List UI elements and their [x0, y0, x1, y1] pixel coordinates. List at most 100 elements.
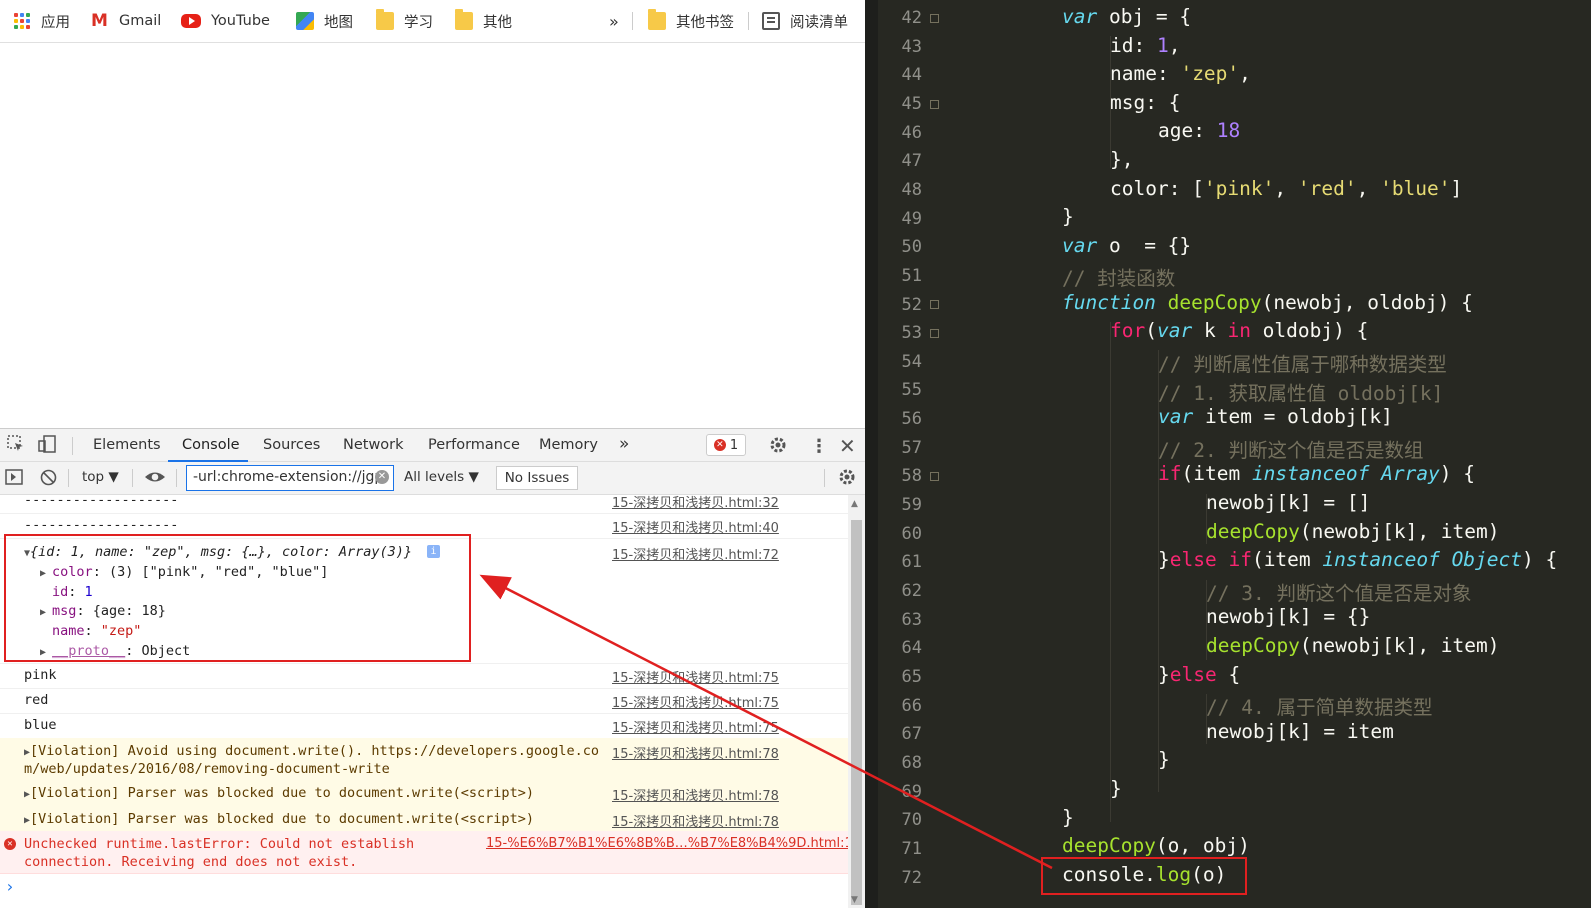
- console-message: pink: [24, 667, 57, 683]
- log-levels-dropdown[interactable]: All levels ▼: [404, 469, 479, 485]
- bookmark-apps[interactable]: 应用: [13, 11, 70, 31]
- console-filter-input[interactable]: -url:chrome-extension://jgp ✕: [186, 465, 394, 491]
- bookmark-label: 阅读清单: [790, 14, 848, 31]
- console-source-link[interactable]: 15-深拷贝和浅拷贝.html:75: [612, 717, 779, 736]
- prompt-chevron-icon: ›: [5, 877, 15, 896]
- console-scrollbar-thumb[interactable]: [851, 520, 862, 905]
- console-row: pink 15-深拷贝和浅拷贝.html:75: [0, 663, 848, 689]
- pane-divider[interactable]: [865, 0, 878, 908]
- clear-filter-icon[interactable]: ✕: [375, 470, 389, 484]
- scroll-up-arrow-icon[interactable]: ▲: [851, 499, 858, 509]
- token-keyword: else: [1169, 663, 1217, 686]
- token-keyword: else: [1169, 548, 1217, 571]
- code-editor-content[interactable]: 42 43 44 45 46 47 48 49 50 51 52 53 54 55 56 57 58 59 60 61…: [878, 0, 1591, 908]
- bookmark-maps[interactable]: 地图: [296, 11, 353, 31]
- tab-sources[interactable]: Sources: [263, 437, 320, 453]
- tab-elements[interactable]: Elements: [93, 437, 161, 453]
- bookmark-youtube[interactable]: YouTube: [181, 11, 270, 31]
- console-message: blue: [24, 717, 57, 733]
- console-source-link[interactable]: 15-深拷贝和浅拷贝.html:72: [612, 544, 779, 563]
- console-source-link[interactable]: 15-深拷贝和浅拷贝.html:78: [612, 743, 779, 762]
- scroll-down-arrow-icon[interactable]: ▼: [851, 895, 858, 905]
- token: ]: [1450, 177, 1463, 200]
- tab-performance[interactable]: Performance: [428, 437, 520, 453]
- bookmarks-bar: 应用 M Gmail YouTube 地图 学习 其他 » 其他书签 阅读清单: [0, 0, 878, 43]
- fold-marker-icon[interactable]: [930, 14, 939, 23]
- console-source-link[interactable]: 15-深拷贝和浅拷贝.html:75: [612, 667, 779, 686]
- line-number: 58: [901, 466, 922, 487]
- sidebar-toggle-icon[interactable]: [5, 469, 23, 489]
- console-prompt-row[interactable]: ›: [0, 873, 848, 903]
- console-source-link[interactable]: 15-深拷贝和浅拷贝.html:78: [612, 785, 779, 804]
- code-line-49: }: [1062, 205, 1074, 228]
- bookmarks-divider: [748, 12, 749, 30]
- context-selector[interactable]: top ▼: [82, 469, 119, 485]
- settings-gear-icon[interactable]: [768, 435, 788, 459]
- console-source-link[interactable]: 15-%E6%B7%B1%E6%8B%B…%B7%E8%B4%9D.html:1: [486, 836, 848, 851]
- maps-icon: [296, 12, 314, 30]
- tab-console[interactable]: Console: [182, 437, 240, 453]
- issues-button[interactable]: No Issues: [496, 466, 578, 490]
- tab-memory[interactable]: Memory: [539, 437, 598, 453]
- more-tabs-button[interactable]: »: [619, 434, 629, 454]
- error-icon: ✕: [4, 838, 16, 850]
- close-icon[interactable]: ✕: [839, 434, 856, 458]
- console-row: blue 15-深拷贝和浅拷贝.html:75: [0, 713, 848, 739]
- fold-marker-icon[interactable]: [930, 472, 939, 481]
- token-string: 'zep': [1180, 62, 1240, 85]
- folder-icon: [455, 9, 473, 30]
- kebab-menu-icon[interactable]: ⋮: [810, 436, 828, 457]
- eye-icon[interactable]: [144, 468, 166, 490]
- code-line-47: },: [1110, 148, 1133, 171]
- line-number: 72: [901, 867, 922, 888]
- line-number: 43: [901, 36, 922, 57]
- token-keyword: if: [1228, 548, 1252, 571]
- error-count-badge[interactable]: ✕ 1: [706, 434, 746, 456]
- console-source-link[interactable]: 15-深拷贝和浅拷贝.html:75: [612, 692, 779, 711]
- code-line-63: newobj[k] = {}: [1206, 605, 1371, 628]
- bookmark-label: 应用: [41, 14, 70, 31]
- token: ,: [1274, 177, 1287, 200]
- token: },: [1110, 148, 1134, 171]
- console-message: -------------------: [24, 495, 179, 508]
- line-number: 66: [901, 695, 922, 716]
- bookmark-label: 其他书签: [676, 14, 734, 31]
- bookmark-gmail[interactable]: M Gmail: [91, 11, 161, 31]
- console-warning-message[interactable]: ▶[Violation] Parser was blocked due to d…: [24, 785, 534, 801]
- fold-marker-icon[interactable]: [930, 100, 939, 109]
- bookmark-label: YouTube: [211, 13, 270, 29]
- clear-console-icon[interactable]: [40, 469, 57, 490]
- code-line-46: age: 18: [1158, 119, 1240, 142]
- console-warning-message[interactable]: ▶[Violation] Parser was blocked due to d…: [24, 811, 534, 827]
- console-source-link[interactable]: 15-深拷贝和浅拷贝.html:32: [612, 495, 779, 511]
- bookmark-folder-study[interactable]: 学习: [376, 9, 433, 31]
- console-error-row: ✕ Unchecked runtime.lastError: Could not…: [0, 831, 848, 874]
- console-row: red 15-深拷贝和浅拷贝.html:75: [0, 688, 848, 714]
- console-warning-message-cont[interactable]: m/web/updates/2016/08/removing-document-…: [24, 761, 390, 777]
- bookmark-other-bookmarks[interactable]: 其他书签: [648, 9, 734, 31]
- bookmark-folder-other[interactable]: 其他: [455, 9, 512, 31]
- device-toolbar-icon[interactable]: [38, 435, 58, 457]
- console-source-link[interactable]: 15-深拷贝和浅拷贝.html:40: [612, 517, 779, 536]
- code-line-51: // 封装函数: [1062, 267, 1176, 290]
- console-source-link[interactable]: 15-深拷贝和浅拷贝.html:78: [612, 811, 779, 830]
- line-number: 57: [901, 437, 922, 458]
- bookmarks-overflow-button[interactable]: »: [609, 11, 619, 31]
- line-number: 44: [901, 65, 922, 86]
- warning-text: [Violation] Parser was blocked due to do…: [30, 785, 534, 801]
- token: (newobj[k], item): [1299, 520, 1500, 543]
- warning-text: [Violation] Avoid using document.write()…: [30, 743, 599, 759]
- bookmark-reading-list[interactable]: 阅读清单: [762, 11, 848, 31]
- folder-icon: [376, 9, 394, 30]
- token: (newobj, oldobj) {: [1261, 291, 1473, 314]
- console-warning-message[interactable]: ▶[Violation] Avoid using document.write(…: [24, 743, 599, 759]
- tab-network[interactable]: Network: [343, 437, 404, 453]
- inspect-element-icon[interactable]: [7, 435, 25, 457]
- fold-marker-icon[interactable]: [930, 300, 939, 309]
- token-string: 'pink': [1203, 177, 1275, 200]
- token: o = {}: [1097, 234, 1192, 257]
- token: }: [1158, 548, 1170, 571]
- fold-marker-icon[interactable]: [930, 329, 939, 338]
- console-toolbar: top ▼ All levels ▼: [0, 462, 865, 495]
- console-settings-gear-icon[interactable]: [837, 467, 857, 491]
